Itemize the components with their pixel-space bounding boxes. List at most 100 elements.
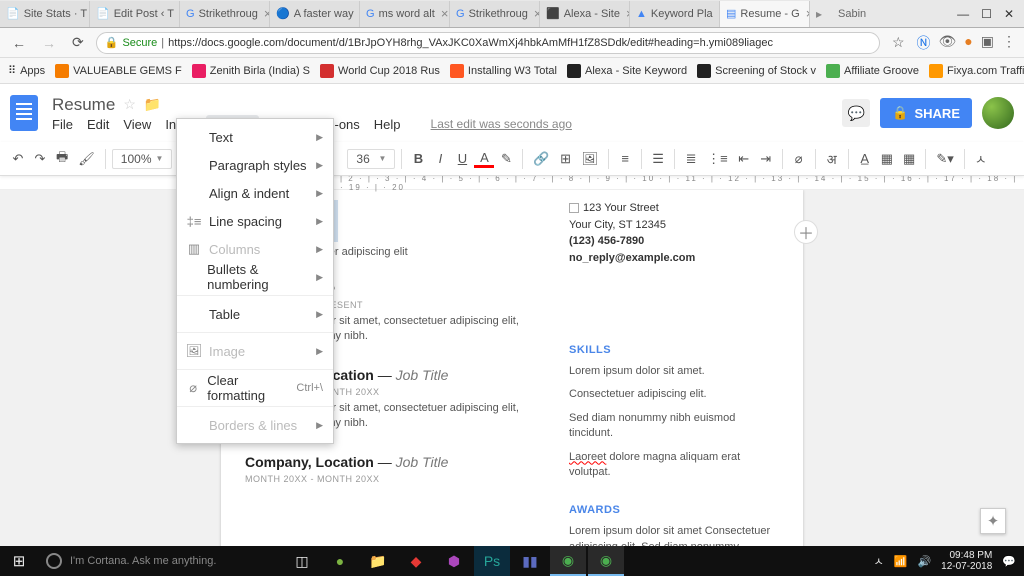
system-tray[interactable]: ㅅ 📶 🔊 09:48 PM 12-07-2018 💬 — [874, 550, 1024, 572]
menu-edit[interactable]: Edit — [87, 117, 109, 132]
ext-icon[interactable]: ● — [964, 33, 972, 53]
skills-header[interactable]: SKILLS — [569, 344, 779, 356]
close-icon[interactable]: × — [441, 6, 449, 21]
bullet-list-icon[interactable]: ⋮≡ — [703, 147, 732, 171]
taskbar-chrome[interactable]: ◉ — [550, 546, 586, 576]
insert-image-icon[interactable]: 🖼 — [578, 147, 603, 171]
skill-item[interactable]: Lorem ipsum dolor sit amet. — [569, 364, 779, 379]
bold-icon[interactable]: B — [408, 147, 428, 171]
bookmark-item[interactable]: World Cup 2018 Rus — [320, 64, 440, 78]
taskbar-app[interactable]: ⬢ — [436, 546, 472, 576]
star-icon[interactable]: ☆ — [123, 96, 136, 113]
address-block[interactable]: 123 Your Street Your City, ST 12345 (123… — [569, 200, 779, 266]
maximize-icon[interactable]: ☐ — [981, 7, 992, 21]
line-spacing-icon[interactable]: ☰ — [648, 147, 668, 171]
format-align-indent[interactable]: Align & indent▶ — [177, 179, 333, 207]
align-icon[interactable]: ≡ — [615, 147, 635, 171]
taskbar-chrome[interactable]: ◉ — [588, 546, 624, 576]
increase-indent-icon[interactable]: ⇥ — [756, 147, 776, 171]
tab-strike2[interactable]: GStrikethroug× — [450, 1, 540, 27]
avatar[interactable] — [982, 97, 1014, 129]
url-field[interactable]: 🔒 Secure | https://docs.google.com/docum… — [96, 32, 880, 54]
tab-msword[interactable]: Gms word alt× — [360, 1, 450, 27]
tray-up-icon[interactable]: ㅅ — [874, 553, 884, 569]
format-clear-formatting[interactable]: ⌀Clear formattingCtrl+\ — [177, 374, 333, 402]
format-table[interactable]: Table▶ — [177, 300, 333, 328]
last-edit-link[interactable]: Last edit was seconds ago — [431, 117, 572, 132]
bookmark-item[interactable]: Fixya.com Traffic, De — [929, 64, 1024, 78]
skill-item[interactable]: Sed diam nonummy nibh euismod tincidunt. — [569, 411, 779, 442]
ext-icon[interactable]: Ⓝ — [917, 33, 931, 53]
taskbar-app[interactable]: Ps — [474, 546, 510, 576]
more-c-icon[interactable]: ▦ — [899, 147, 919, 171]
italic-icon[interactable]: I — [430, 147, 450, 171]
tab-resume[interactable]: ▤Resume - G× — [720, 1, 810, 27]
notifications-icon[interactable]: 💬 — [1002, 555, 1016, 568]
minimize-icon[interactable]: — — [957, 7, 969, 21]
ext-icon[interactable]: 👁 — [939, 33, 957, 53]
taskbar-app[interactable]: ● — [322, 546, 358, 576]
more-b-icon[interactable]: ▦ — [877, 147, 897, 171]
undo-icon[interactable]: ↶ — [8, 147, 28, 171]
tab-faster[interactable]: 🔵A faster way× — [270, 1, 360, 27]
link-icon[interactable]: 🔗 — [529, 147, 553, 171]
back-icon[interactable]: ← — [8, 35, 30, 51]
editing-mode-icon[interactable]: ✎▾ — [932, 147, 957, 171]
paint-format-icon[interactable]: 🖌 — [74, 147, 99, 171]
skill-item[interactable]: Consectetuer adipiscing elit. — [569, 387, 779, 402]
cortana-search[interactable]: I'm Cortana. Ask me anything. — [38, 546, 278, 576]
ext-icon[interactable]: ▣ — [981, 33, 994, 53]
zoom-selector[interactable]: 100%▼ — [112, 149, 173, 169]
awards-text[interactable]: Lorem ipsum dolor sit amet Consectetuer … — [569, 524, 779, 546]
share-button[interactable]: 🔒SHARE — [880, 98, 972, 128]
clock[interactable]: 09:48 PM 12-07-2018 — [941, 550, 992, 572]
document-canvas[interactable]: ＋ Name amet, consectetuer adipiscing eli… — [0, 190, 1024, 546]
close-window-icon[interactable]: ✕ — [1004, 7, 1014, 21]
tab-editpost[interactable]: 📄Edit Post ‹ T× — [90, 1, 180, 27]
input-tools-icon[interactable]: अ — [822, 147, 842, 171]
bookmark-item[interactable]: Screening of Stock v — [697, 64, 816, 78]
skill-item[interactable]: Laoreet dolore magna aliquam erat volutp… — [569, 450, 779, 481]
bookmark-item[interactable]: Alexa - Site Keyword — [567, 64, 687, 78]
forward-icon[interactable]: → — [38, 35, 60, 51]
redo-icon[interactable]: ↷ — [30, 147, 50, 171]
bookmark-item[interactable]: Affiliate Groove — [826, 64, 919, 78]
format-line-spacing[interactable]: ‡≡Line spacing▶ — [177, 207, 333, 235]
collapse-toolbar-icon[interactable]: ㅅ — [971, 147, 991, 171]
new-tab-button[interactable]: ▸ — [810, 7, 828, 21]
job-dates[interactable]: MONTH 20XX - MONTH 20XX — [245, 474, 539, 484]
underline-icon[interactable]: U — [452, 147, 472, 171]
tab-alexa[interactable]: ⬛Alexa - Site× — [540, 1, 630, 27]
taskbar-app[interactable]: ▮▮ — [512, 546, 548, 576]
bookmark-item[interactable]: VALUEABLE GEMS F — [55, 64, 182, 78]
bookmark-item[interactable]: Zenith Birla (India) S — [192, 64, 310, 78]
job-heading[interactable]: Company, Location — Job Title — [245, 454, 539, 472]
menu-file[interactable]: File — [52, 117, 73, 132]
awards-header[interactable]: AWARDS — [569, 504, 779, 516]
bookmark-apps[interactable]: ⠿Apps — [8, 64, 45, 77]
menu-view[interactable]: View — [123, 117, 151, 132]
comments-button[interactable]: 💬 — [842, 99, 870, 127]
tab-keyword[interactable]: ▲Keyword Pla× — [630, 1, 720, 27]
taskview-icon[interactable]: ◫ — [284, 546, 320, 576]
add-comment-button[interactable]: ＋ — [794, 220, 818, 244]
text-color-icon[interactable]: A — [474, 150, 494, 168]
wifi-icon[interactable]: 📶 — [894, 555, 908, 568]
start-button[interactable]: ⊞ — [0, 546, 38, 576]
volume-icon[interactable]: 🔊 — [917, 555, 931, 568]
menu-help[interactable]: Help — [374, 117, 401, 132]
fontsize-selector[interactable]: 36▼ — [347, 149, 395, 169]
explore-button[interactable]: ✦ — [980, 508, 1006, 534]
add-comment-icon[interactable]: ⊞ — [556, 147, 576, 171]
folder-icon[interactable]: 📁 — [144, 96, 161, 113]
taskbar-app[interactable]: ◆ — [398, 546, 434, 576]
menu-icon[interactable]: ⋮ — [1002, 33, 1016, 53]
numbered-list-icon[interactable]: ≣ — [681, 147, 701, 171]
tab-sitestats[interactable]: 📄Site Stats · T× — [0, 1, 90, 27]
tab-strike1[interactable]: GStrikethroug× — [180, 1, 270, 27]
reload-icon[interactable]: ⟳ — [68, 34, 88, 51]
bookmark-item[interactable]: Installing W3 Total — [450, 64, 557, 78]
format-text[interactable]: Text▶ — [177, 123, 333, 151]
doc-title[interactable]: Resume — [52, 95, 115, 115]
highlight-icon[interactable]: ✎ — [496, 147, 516, 171]
